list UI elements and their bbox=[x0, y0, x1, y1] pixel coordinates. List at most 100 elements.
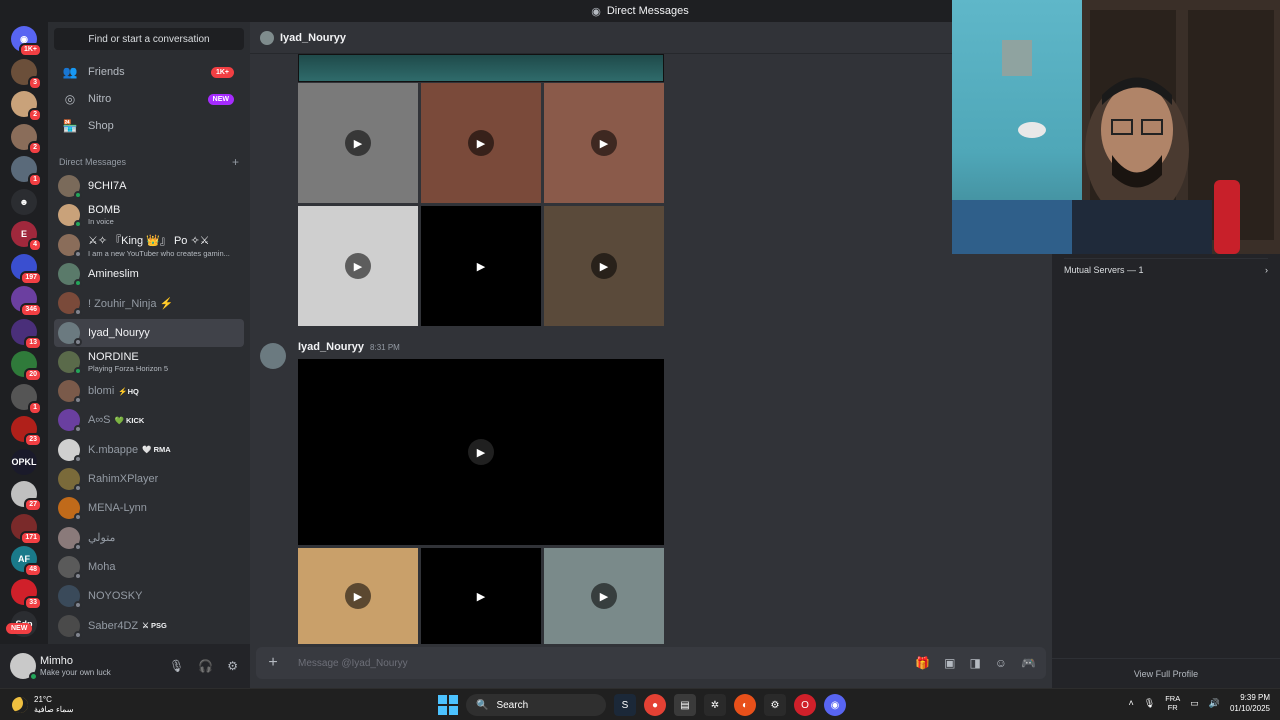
gif-icon[interactable]: ▣ bbox=[944, 656, 955, 670]
play-icon[interactable]: ▶ bbox=[591, 583, 617, 609]
server-icon[interactable]: 197 bbox=[11, 253, 42, 285]
server-icon[interactable]: 3 bbox=[11, 58, 42, 90]
dm-item[interactable]: Amineslim bbox=[54, 260, 244, 288]
server-icon[interactable]: ☻ bbox=[11, 188, 37, 215]
video-tile[interactable]: ▶ bbox=[421, 83, 541, 203]
play-icon[interactable]: ▶ bbox=[468, 439, 494, 465]
notification-badge: 48 bbox=[24, 563, 42, 577]
avatar bbox=[58, 262, 82, 287]
play-icon[interactable]: ▶ bbox=[591, 253, 617, 279]
dm-item[interactable]: RahimXPlayer bbox=[54, 465, 244, 493]
microphone-icon[interactable]: 🎙 bbox=[169, 659, 184, 673]
message-input[interactable]: Message @Iyad_Nouryy bbox=[298, 658, 408, 669]
play-icon[interactable]: ▶ bbox=[468, 253, 494, 279]
server-icon[interactable]: 1 bbox=[11, 383, 42, 415]
dm-item[interactable]: MENA-Lynn bbox=[54, 494, 244, 522]
dm-item[interactable]: NORDINE Playing Forza Horizon 5 bbox=[54, 348, 244, 376]
server-icon[interactable]: OPKL bbox=[11, 448, 37, 475]
gift-icon[interactable]: 🎁 bbox=[915, 656, 930, 670]
video-tile[interactable]: ▶ bbox=[544, 548, 664, 644]
windows-start-icon[interactable] bbox=[438, 695, 458, 715]
dm-item[interactable]: K.mbappe 🤍 RMA bbox=[54, 436, 244, 464]
dm-item[interactable]: Moha bbox=[54, 553, 244, 581]
view-full-profile-link[interactable]: View Full Profile bbox=[1052, 658, 1280, 688]
avatar bbox=[58, 292, 82, 317]
media-attachment[interactable] bbox=[298, 54, 664, 82]
dm-item[interactable]: 9CHI7A bbox=[54, 172, 244, 200]
dm-item[interactable]: blomi ⚡HQ bbox=[54, 377, 244, 405]
dm-item[interactable]: NOYOSKY bbox=[54, 582, 244, 610]
network-icon[interactable]: ▭ bbox=[1190, 698, 1199, 709]
taskbar-search[interactable]: 🔍 Search bbox=[466, 694, 606, 716]
headphones-icon[interactable]: 🎧 bbox=[198, 659, 213, 673]
emoji-icon[interactable]: ☺ bbox=[995, 656, 1007, 670]
dm-item[interactable]: ! Zouhir_Ninja ⚡ bbox=[54, 289, 244, 317]
message-author[interactable]: Iyad_Nouryy bbox=[298, 341, 364, 353]
server-icon[interactable]: E4 bbox=[11, 221, 42, 252]
video-tile[interactable]: ▶ bbox=[544, 83, 664, 203]
dm-item[interactable]: A∞S 💚 KICK bbox=[54, 406, 244, 434]
server-icon[interactable]: 346 bbox=[11, 286, 42, 317]
video-attachment[interactable]: ▶ bbox=[298, 359, 664, 545]
play-icon[interactable]: ▶ bbox=[345, 583, 371, 609]
chevron-up-icon[interactable]: ˄ bbox=[1129, 698, 1134, 708]
apps-icon[interactable]: 🎮 bbox=[1021, 656, 1036, 670]
mic-tray-icon[interactable]: 🎙 bbox=[1144, 698, 1155, 709]
server-icon[interactable]: 171 bbox=[11, 513, 42, 545]
chrome-icon[interactable]: ● bbox=[644, 694, 666, 716]
video-tile[interactable]: ▶ bbox=[421, 206, 541, 326]
play-icon[interactable]: ▶ bbox=[591, 130, 617, 156]
language-indicator[interactable]: FRA FR bbox=[1165, 694, 1180, 712]
author-avatar[interactable] bbox=[260, 343, 286, 369]
server-icon[interactable]: 27 bbox=[11, 481, 42, 512]
server-icon[interactable]: 2 bbox=[11, 123, 42, 155]
recipient-name[interactable]: Iyad_Nouryy bbox=[280, 32, 346, 44]
volume-icon[interactable]: 🔊 bbox=[1209, 698, 1220, 709]
firefox-icon[interactable]: ◐ bbox=[734, 694, 756, 716]
server-icon[interactable]: 13 bbox=[11, 318, 42, 350]
message-composer[interactable]: + Message @Iyad_Nouryy 🎁 ▣ ◨ ☺ 🎮 bbox=[256, 647, 1046, 679]
clock[interactable]: 9:39 PM 01/10/2025 bbox=[1230, 692, 1270, 714]
server-icon[interactable]: 20 bbox=[11, 351, 42, 382]
server-icon[interactable]: ◉ 1K+ bbox=[11, 26, 42, 57]
play-icon[interactable]: ▶ bbox=[345, 130, 371, 156]
find-conversation-button[interactable]: Find or start a conversation bbox=[54, 28, 244, 50]
avatar[interactable] bbox=[10, 653, 38, 681]
dm-item[interactable]: متولي bbox=[54, 524, 244, 552]
steam-icon[interactable]: S bbox=[614, 694, 636, 716]
video-tile[interactable]: ▶ bbox=[298, 83, 418, 203]
server-icon[interactable]: 23 bbox=[11, 416, 42, 447]
play-icon[interactable]: ▶ bbox=[468, 130, 494, 156]
discord-taskbar-icon[interactable]: ◉ bbox=[824, 694, 846, 716]
dm-item[interactable]: Iyad_Nouryy bbox=[54, 318, 244, 347]
dm-item[interactable]: BOMB In voice bbox=[54, 201, 244, 229]
nav-item-shop[interactable]: 🏪 Shop bbox=[54, 114, 244, 138]
new-unreads-badge[interactable]: NEW bbox=[6, 623, 33, 634]
recipient-avatar[interactable] bbox=[260, 30, 274, 45]
dm-item[interactable]: Saber4DZ ⚔ PSG bbox=[54, 612, 244, 640]
app-icon[interactable]: ⚙ bbox=[764, 694, 786, 716]
weather-widget[interactable]: 21°C سماء صافية bbox=[12, 695, 74, 715]
dm-item[interactable]: ⚔✧ 『King 👑』 Po ✧⚔ I am a new YouTuber who… bbox=[54, 231, 244, 259]
chatgpt-icon[interactable]: ✲ bbox=[704, 694, 726, 716]
add-attachment-icon[interactable]: + bbox=[256, 654, 290, 672]
nav-item-friends[interactable]: 👥 Friends 1K+ bbox=[54, 60, 244, 84]
play-icon[interactable]: ▶ bbox=[345, 253, 371, 279]
server-icon[interactable]: 1 bbox=[11, 156, 42, 187]
video-tile[interactable]: ▶ bbox=[421, 548, 541, 644]
video-tile[interactable]: ▶ bbox=[544, 206, 664, 326]
create-dm-icon[interactable]: + bbox=[232, 155, 239, 169]
server-icon[interactable]: 33 bbox=[11, 578, 42, 610]
video-tile[interactable]: ▶ bbox=[298, 548, 418, 644]
mutual-servers-row[interactable]: Mutual Servers — 1 › bbox=[1064, 258, 1268, 280]
gear-icon[interactable]: ⚙ bbox=[227, 659, 238, 673]
server-icon[interactable]: 2 bbox=[11, 91, 42, 122]
notepad-icon[interactable]: ▤ bbox=[674, 694, 696, 716]
opera-icon[interactable]: O bbox=[794, 694, 816, 716]
username[interactable]: Mimho bbox=[40, 655, 111, 667]
server-icon[interactable]: AF 48 bbox=[11, 546, 42, 577]
nav-item-nitro[interactable]: ◎ Nitro NEW bbox=[54, 87, 244, 111]
sticker-icon[interactable]: ◨ bbox=[969, 656, 980, 670]
play-icon[interactable]: ▶ bbox=[468, 583, 494, 609]
video-tile[interactable]: ▶ bbox=[298, 206, 418, 326]
